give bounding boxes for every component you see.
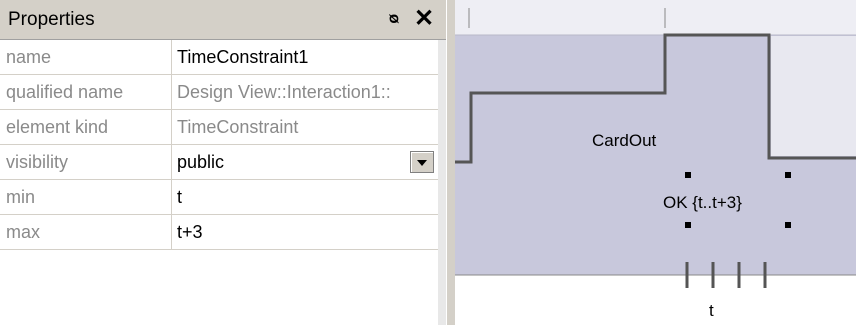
pin-icon[interactable]: ᴓ <box>385 8 403 30</box>
property-row-min[interactable]: min t <box>0 180 438 215</box>
property-row-max[interactable]: max t+3 <box>0 215 438 250</box>
qualified-name-value: Design View::Interaction1:: <box>177 82 391 102</box>
properties-panel: Properties ᴓ ✕ name TimeConstraint1 qual… <box>0 0 446 325</box>
property-label: qualified name <box>0 75 172 109</box>
panel-splitter[interactable] <box>446 0 455 325</box>
property-row-qualified-name[interactable]: qualified name Design View::Interaction1… <box>0 75 438 110</box>
lifeline-state-label[interactable]: CardOut <box>592 131 657 150</box>
property-label: element kind <box>0 110 172 144</box>
time-tick-label: t <box>709 301 714 320</box>
right-upper-area <box>771 36 856 156</box>
selection-handle[interactable] <box>785 222 791 228</box>
selection-handle[interactable] <box>685 172 691 178</box>
property-grid: name TimeConstraint1 qualified name Desi… <box>0 40 438 250</box>
max-value-field[interactable]: t+3 <box>177 215 438 249</box>
diagram-header-band <box>455 0 856 35</box>
panel-edge <box>438 40 446 325</box>
property-label: min <box>0 180 172 214</box>
time-constraint-label[interactable]: OK {t..t+3} <box>663 193 742 212</box>
element-kind-value: TimeConstraint <box>177 117 299 137</box>
time-axis-area <box>455 275 856 325</box>
property-label: name <box>0 40 172 74</box>
timing-diagram: CardOut OK {t..t+3} t <box>455 0 856 325</box>
timing-diagram-canvas[interactable]: CardOut OK {t..t+3} t <box>455 0 856 325</box>
visibility-select[interactable]: public <box>177 145 438 179</box>
min-value-field[interactable]: t <box>177 180 438 214</box>
property-label: max <box>0 215 172 249</box>
selection-handle[interactable] <box>685 222 691 228</box>
chevron-down-icon <box>417 160 427 166</box>
name-value-field[interactable]: TimeConstraint1 <box>177 40 438 74</box>
property-row-element-kind[interactable]: element kind TimeConstraint <box>0 110 438 145</box>
property-row-name[interactable]: name TimeConstraint1 <box>0 40 438 75</box>
property-row-visibility[interactable]: visibility public <box>0 145 438 180</box>
property-label: visibility <box>0 145 172 179</box>
selection-handle[interactable] <box>785 172 791 178</box>
dropdown-button[interactable] <box>410 151 434 173</box>
panel-header: Properties ᴓ ✕ <box>0 0 446 40</box>
panel-title: Properties <box>8 9 95 30</box>
close-icon[interactable]: ✕ <box>413 6 435 32</box>
